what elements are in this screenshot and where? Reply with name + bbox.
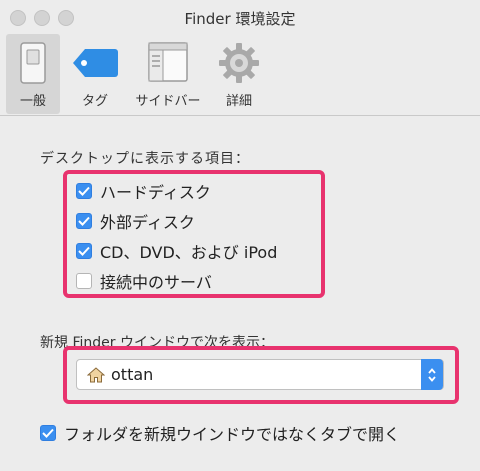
checkbox-hard-disks[interactable] [76,183,92,199]
tab-advanced[interactable]: 詳細 [212,34,266,114]
checkbox-row-connected-servers[interactable]: 接続中のサーバ [76,270,212,292]
checkbox-label: フォルダを新規ウインドウではなくタブで開く [64,425,401,444]
checkbox-external-disks[interactable] [76,213,92,229]
tab-sidebar[interactable]: サイドバー [128,34,208,114]
checkbox-open-folders-in-tabs[interactable] [40,425,56,441]
checkmark-icon [78,216,90,226]
tab-tags-label: タグ [81,94,108,109]
checkbox-row-external-disks[interactable]: 外部ディスク [76,210,195,232]
preferences-toolbar: 一般 タグ サイドバー 詳細 [0,34,480,116]
desktop-items-heading: デスクトップに表示する項目： [40,151,250,167]
popup-stepper[interactable] [421,359,443,390]
sidebar-icon [148,42,188,82]
title-bar: Finder 環境設定 [0,0,480,34]
tab-sidebar-label: サイドバー [135,94,201,109]
checkbox-row-cd-dvd-ipod[interactable]: CD、DVD、および iPod [76,240,277,262]
checkbox-label: 接続中のサーバ [100,273,212,292]
checkmark-icon [42,428,54,438]
tab-general[interactable]: 一般 [6,34,60,114]
new-window-target-popup[interactable]: ottan [76,359,444,390]
popup-selected-value: ottan [111,365,154,384]
chevron-updown-icon [428,367,436,382]
home-icon [87,366,105,382]
checkbox-label: ハードディスク [100,183,211,202]
tab-tags[interactable]: タグ [66,34,124,114]
tab-advanced-label: 詳細 [225,94,252,109]
checkmark-icon [78,186,90,196]
tag-icon [73,49,118,77]
checkbox-cd-dvd-ipod[interactable] [76,243,92,259]
checkbox-row-open-folders-in-tabs[interactable]: フォルダを新規ウインドウではなくタブで開く [40,422,400,444]
switch-icon [20,42,46,84]
checkmark-icon [78,246,90,256]
checkbox-connected-servers[interactable] [76,273,92,289]
checkbox-label: CD、DVD、および iPod [100,243,278,262]
window-title: Finder 環境設定 [184,10,296,28]
gear-icon [219,43,259,83]
checkbox-row-hard-disks[interactable]: ハードディスク [76,180,211,202]
checkbox-label: 外部ディスク [100,213,195,232]
tab-general-label: 一般 [19,94,46,109]
